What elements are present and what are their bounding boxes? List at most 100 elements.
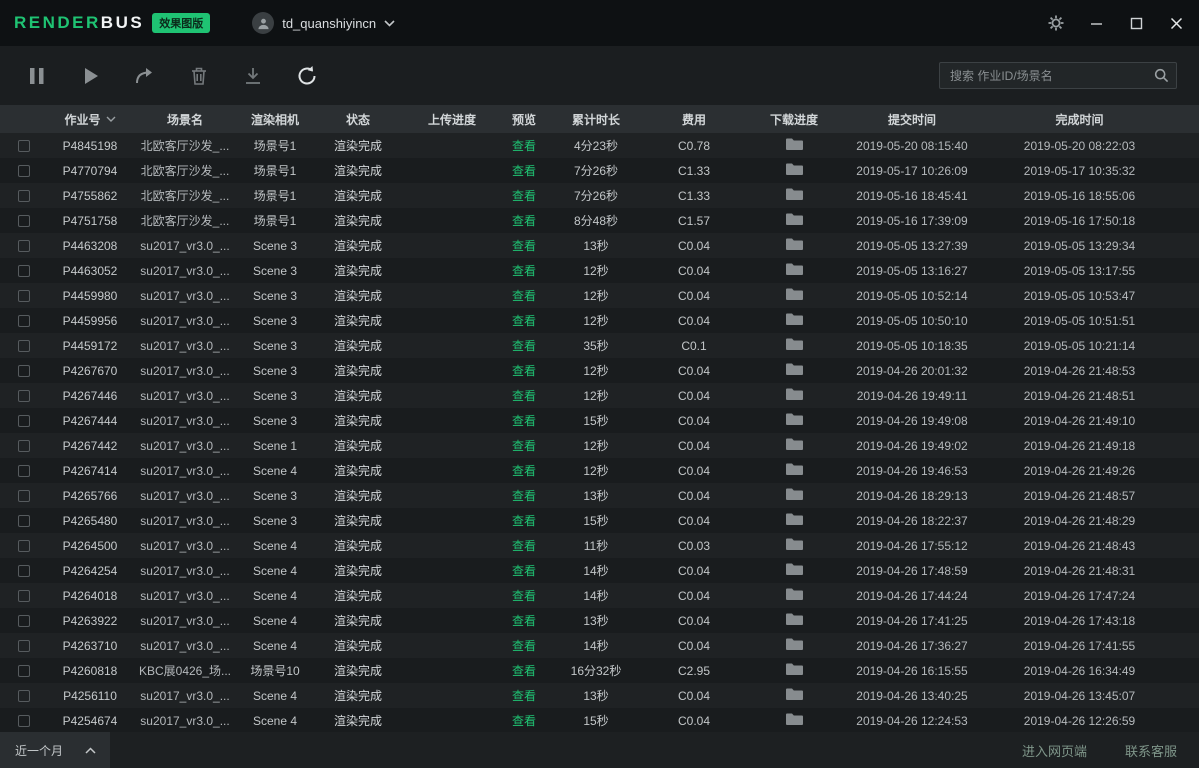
folder-icon[interactable] [785, 312, 804, 326]
row-checkbox[interactable] [18, 290, 30, 302]
row-checkbox[interactable] [18, 140, 30, 152]
table-row[interactable]: P4263710 su2017_vr3.0_... Scene 4 渲染完成 查… [0, 633, 1199, 658]
preview-link[interactable]: 查看 [512, 664, 536, 678]
preview-link[interactable]: 查看 [512, 589, 536, 603]
preview-link[interactable]: 查看 [512, 489, 536, 503]
row-checkbox[interactable] [18, 165, 30, 177]
preview-link[interactable]: 查看 [512, 514, 536, 528]
row-checkbox[interactable] [18, 240, 30, 252]
preview-link[interactable]: 查看 [512, 614, 536, 628]
preview-link[interactable]: 查看 [512, 189, 536, 203]
table-row[interactable]: P4459172 su2017_vr3.0_... Scene 3 渲染完成 查… [0, 333, 1199, 358]
preview-link[interactable]: 查看 [512, 714, 536, 728]
folder-icon[interactable] [785, 512, 804, 526]
row-checkbox[interactable] [18, 365, 30, 377]
download-button[interactable] [241, 64, 265, 88]
row-checkbox[interactable] [18, 690, 30, 702]
contact-support-link[interactable]: 联系客服 [1125, 741, 1177, 760]
close-icon[interactable] [1167, 14, 1185, 32]
table-row[interactable]: P4265766 su2017_vr3.0_... Scene 3 渲染完成 查… [0, 483, 1199, 508]
folder-icon[interactable] [785, 712, 804, 726]
folder-icon[interactable] [785, 137, 804, 151]
table-row[interactable]: P4264500 su2017_vr3.0_... Scene 4 渲染完成 查… [0, 533, 1199, 558]
pause-button[interactable] [25, 64, 49, 88]
table-row[interactable]: P4267446 su2017_vr3.0_... Scene 3 渲染完成 查… [0, 383, 1199, 408]
table-row[interactable]: P4267444 su2017_vr3.0_... Scene 3 渲染完成 查… [0, 408, 1199, 433]
table-row[interactable]: P4751758 北欧客厅沙发_... 场景号1 渲染完成 查看 8分48秒 C… [0, 208, 1199, 233]
table-row[interactable]: P4264254 su2017_vr3.0_... Scene 4 渲染完成 查… [0, 558, 1199, 583]
row-checkbox[interactable] [18, 565, 30, 577]
folder-icon[interactable] [785, 587, 804, 601]
folder-icon[interactable] [785, 162, 804, 176]
date-range-dropdown[interactable]: 近一个月 [0, 732, 110, 768]
table-row[interactable]: P4770794 北欧客厅沙发_... 场景号1 渲染完成 查看 7分26秒 C… [0, 158, 1199, 183]
column-header-job[interactable]: 作业号 [48, 111, 132, 128]
table-row[interactable]: P4463052 su2017_vr3.0_... Scene 3 渲染完成 查… [0, 258, 1199, 283]
row-checkbox[interactable] [18, 440, 30, 452]
table-row[interactable]: P4264018 su2017_vr3.0_... Scene 4 渲染完成 查… [0, 583, 1199, 608]
refresh-button[interactable] [295, 64, 319, 88]
maximize-icon[interactable] [1127, 14, 1145, 32]
table-row[interactable]: P4265480 su2017_vr3.0_... Scene 3 渲染完成 查… [0, 508, 1199, 533]
web-portal-link[interactable]: 进入网页端 [1022, 741, 1087, 760]
preview-link[interactable]: 查看 [512, 314, 536, 328]
folder-icon[interactable] [785, 362, 804, 376]
preview-link[interactable]: 查看 [512, 214, 536, 228]
row-checkbox[interactable] [18, 415, 30, 427]
search-input[interactable] [939, 62, 1177, 89]
row-checkbox[interactable] [18, 215, 30, 227]
row-checkbox[interactable] [18, 340, 30, 352]
preview-link[interactable]: 查看 [512, 639, 536, 653]
table-row[interactable]: P4263922 su2017_vr3.0_... Scene 4 渲染完成 查… [0, 608, 1199, 633]
table-row[interactable]: P4845198 北欧客厅沙发_... 场景号1 渲染完成 查看 4分23秒 C… [0, 133, 1199, 158]
preview-link[interactable]: 查看 [512, 689, 536, 703]
preview-link[interactable]: 查看 [512, 389, 536, 403]
folder-icon[interactable] [785, 487, 804, 501]
preview-link[interactable]: 查看 [512, 464, 536, 478]
row-checkbox[interactable] [18, 640, 30, 652]
folder-icon[interactable] [785, 637, 804, 651]
table-row[interactable]: P4267414 su2017_vr3.0_... Scene 4 渲染完成 查… [0, 458, 1199, 483]
folder-icon[interactable] [785, 187, 804, 201]
play-button[interactable] [79, 64, 103, 88]
table-row[interactable]: P4267670 su2017_vr3.0_... Scene 3 渲染完成 查… [0, 358, 1199, 383]
row-checkbox[interactable] [18, 715, 30, 727]
settings-gear-icon[interactable] [1047, 14, 1065, 32]
preview-link[interactable]: 查看 [512, 264, 536, 278]
folder-icon[interactable] [785, 387, 804, 401]
preview-link[interactable]: 查看 [512, 239, 536, 253]
table-row[interactable]: P4755862 北欧客厅沙发_... 场景号1 渲染完成 查看 7分26秒 C… [0, 183, 1199, 208]
row-checkbox[interactable] [18, 665, 30, 677]
job-filter-chevron-icon[interactable] [106, 116, 116, 122]
folder-icon[interactable] [785, 287, 804, 301]
preview-link[interactable]: 查看 [512, 539, 536, 553]
user-menu[interactable]: td_quanshiyincn [252, 12, 395, 34]
search-icon[interactable] [1154, 68, 1169, 88]
folder-icon[interactable] [785, 337, 804, 351]
chevron-down-icon[interactable] [384, 20, 395, 27]
row-checkbox[interactable] [18, 465, 30, 477]
preview-link[interactable]: 查看 [512, 439, 536, 453]
row-checkbox[interactable] [18, 490, 30, 502]
preview-link[interactable]: 查看 [512, 364, 536, 378]
folder-icon[interactable] [785, 687, 804, 701]
folder-icon[interactable] [785, 662, 804, 676]
preview-link[interactable]: 查看 [512, 414, 536, 428]
row-checkbox[interactable] [18, 590, 30, 602]
preview-link[interactable]: 查看 [512, 564, 536, 578]
folder-icon[interactable] [785, 212, 804, 226]
preview-link[interactable]: 查看 [512, 339, 536, 353]
folder-icon[interactable] [785, 562, 804, 576]
row-checkbox[interactable] [18, 540, 30, 552]
row-checkbox[interactable] [18, 265, 30, 277]
row-checkbox[interactable] [18, 190, 30, 202]
table-row[interactable]: P4260818 KBC展0426_场... 场景号10 渲染完成 查看 16分… [0, 658, 1199, 683]
row-checkbox[interactable] [18, 615, 30, 627]
table-row[interactable]: P4254674 su2017_vr3.0_... Scene 4 渲染完成 查… [0, 708, 1199, 732]
preview-link[interactable]: 查看 [512, 289, 536, 303]
row-checkbox[interactable] [18, 315, 30, 327]
folder-icon[interactable] [785, 462, 804, 476]
folder-icon[interactable] [785, 237, 804, 251]
minimize-icon[interactable] [1087, 14, 1105, 32]
table-row[interactable]: P4267442 su2017_vr3.0_... Scene 1 渲染完成 查… [0, 433, 1199, 458]
